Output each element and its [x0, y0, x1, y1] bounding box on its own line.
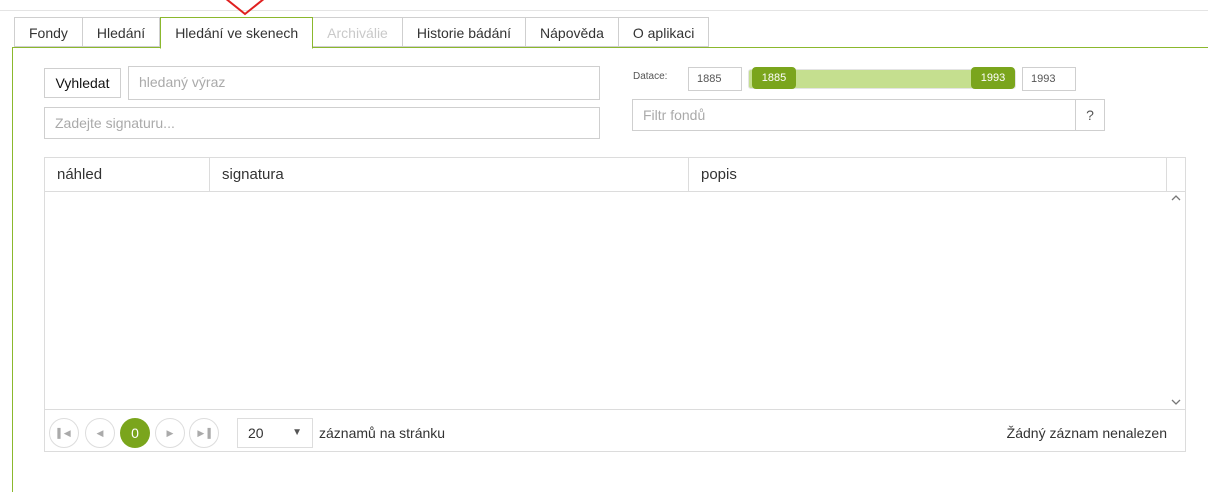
page-size-label: záznamů na stránku [319, 425, 446, 441]
column-header-description[interactable]: popis [689, 158, 1167, 191]
dating-min-input[interactable]: 1885 [688, 67, 742, 91]
pager: ▌◀ ◀ 0 ▶ ▶▐ 20 ▼ záznamů na stránku Žádn… [45, 409, 1185, 452]
tab-fondy[interactable]: Fondy [14, 17, 83, 47]
chevron-up-icon[interactable] [1170, 193, 1182, 203]
column-header-preview[interactable]: náhled [45, 158, 210, 191]
dating-label: Datace: [633, 71, 668, 82]
dating-slider-high-handle[interactable]: 1993 [971, 67, 1015, 89]
column-header-signature[interactable]: signatura [210, 158, 689, 191]
grid-header: náhled signatura popis [45, 158, 1185, 192]
last-page-icon[interactable]: ▶▐ [189, 418, 219, 448]
tab-o-aplikaci[interactable]: O aplikaci [618, 17, 710, 47]
column-header-spacer [1167, 158, 1185, 191]
tab-historie-badani[interactable]: Historie bádání [402, 17, 527, 47]
help-button[interactable]: ? [1075, 99, 1105, 131]
current-page-button[interactable]: 0 [120, 418, 150, 448]
prev-page-icon[interactable]: ◀ [85, 418, 115, 448]
signature-input[interactable]: Zadejte signaturu... [44, 107, 600, 139]
tab-bar: Fondy Hledání Hledání ve skenech Archivá… [14, 17, 710, 49]
tab-hledani-ve-skenech[interactable]: Hledání ve skenech [160, 17, 314, 49]
pager-status: Žádný záznam nenalezen [1006, 425, 1167, 441]
results-grid: náhled signatura popis ▌◀ ◀ 0 ▶ ▶▐ 20 ▼ … [44, 157, 1186, 452]
fond-filter-input[interactable]: Filtr fondů [632, 99, 1076, 131]
tab-archivalie: Archiválie [313, 17, 403, 47]
grid-scrollbar[interactable] [1167, 191, 1185, 409]
tab-napoveda[interactable]: Nápověda [526, 17, 619, 47]
first-page-icon[interactable]: ▌◀ [49, 418, 79, 448]
dating-slider-low-handle[interactable]: 1885 [752, 67, 796, 89]
page-size-select[interactable]: 20 ▼ [237, 418, 313, 448]
chevron-down-icon[interactable] [1170, 397, 1182, 407]
tab-hledani[interactable]: Hledání [82, 17, 161, 47]
top-divider [0, 10, 1208, 11]
next-page-icon[interactable]: ▶ [155, 418, 185, 448]
page-size-value: 20 [248, 425, 264, 441]
triangle-marker-icon [225, 0, 265, 16]
dating-max-input[interactable]: 1993 [1022, 67, 1076, 91]
search-button[interactable]: Vyhledat [44, 68, 121, 98]
search-input[interactable]: hledaný výraz [128, 66, 600, 100]
caret-down-icon: ▼ [292, 427, 302, 438]
